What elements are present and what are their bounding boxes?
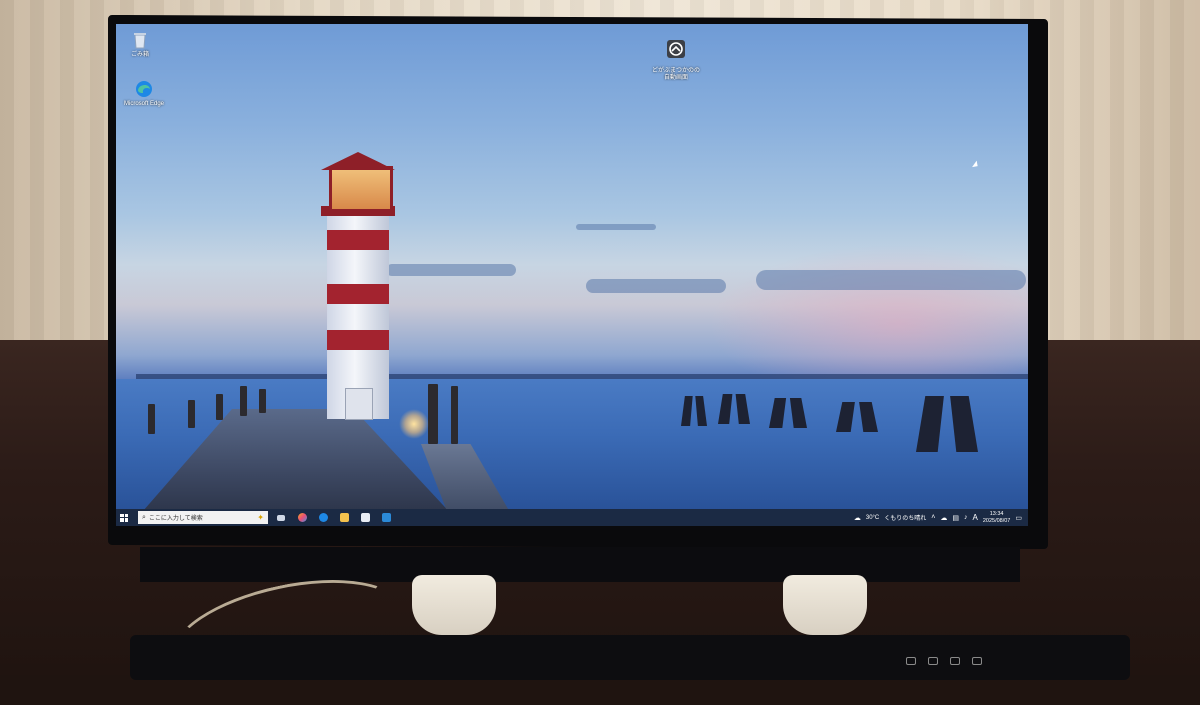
keyboard-led — [950, 657, 960, 665]
mail-button[interactable] — [378, 509, 394, 526]
copilot-button[interactable] — [294, 509, 310, 526]
pier-post — [240, 386, 247, 416]
copilot-icon — [297, 513, 307, 522]
speaker-icon[interactable]: ♪ — [964, 514, 968, 521]
recycle-bin-icon — [134, 33, 146, 49]
start-button[interactable] — [116, 509, 132, 526]
cloud-sun-icon: ☁ — [853, 514, 861, 522]
search-placeholder: ここに入力して検索 — [148, 516, 203, 522]
edge-taskbar-button[interactable] — [315, 509, 331, 526]
desktop-icon-app-shortcut[interactable]: どがぶまつかのの 自動画面 — [648, 32, 704, 82]
lighthouse-lamp — [329, 166, 393, 212]
cloud — [586, 279, 726, 293]
lighthouse-band — [327, 330, 389, 350]
file-explorer-button[interactable] — [336, 509, 352, 526]
clock-date: 2025/08/07 — [982, 517, 1011, 524]
keyboard-led — [928, 657, 938, 665]
windows-logo-icon — [120, 513, 128, 522]
network-icon[interactable]: ▤ — [952, 514, 959, 522]
file-explorer-icon — [339, 513, 349, 522]
task-view-icon — [277, 514, 285, 521]
monitor-chin — [140, 547, 1020, 582]
system-tray: ☁ 30°C くもりのち晴れ ˄ ☁ ▤ ♪ A 13:34 2025/08/0… — [854, 511, 1028, 525]
desktop-icon-label: どがぶまつかのの 自動画面 — [651, 68, 700, 81]
monitor-stand-right — [783, 575, 867, 635]
pier-post — [148, 404, 155, 434]
mouse-cursor — [972, 160, 980, 170]
desktop-screen: ごみ箱 Microsoft Edge どがぶまつかのの 自動画面 ⌕ ここに入力… — [116, 24, 1028, 526]
weather-temp[interactable]: 30°C — [866, 515, 879, 521]
lighthouse-band — [327, 230, 389, 250]
taskbar: ⌕ ここに入力して検索 ✦ ☁ 30°C くもりのち晴れ ˄ ☁ ▤ ♪ A 1… — [116, 509, 1028, 526]
taskbar-search-box[interactable]: ⌕ ここに入力して検索 ✦ — [138, 511, 268, 524]
cloud — [576, 224, 656, 230]
notification-icon[interactable]: ▭ — [1015, 514, 1022, 522]
lighthouse-roof — [321, 152, 395, 170]
lighthouse — [321, 152, 395, 420]
pier-post — [216, 394, 223, 420]
edge-icon — [136, 81, 152, 97]
pier-post — [451, 386, 458, 444]
keyboard-led — [972, 657, 982, 665]
keyboard-led — [906, 657, 916, 665]
desktop-icon-recycle-bin[interactable]: ごみ箱 — [116, 30, 168, 59]
ime-indicator[interactable]: A — [973, 513, 978, 522]
pier-lamp-glow — [399, 409, 429, 439]
desktop-icon-edge[interactable]: Microsoft Edge — [116, 79, 172, 108]
search-icon: ⌕ — [142, 513, 146, 521]
onedrive-icon[interactable]: ☁ — [940, 514, 947, 522]
weather-condition[interactable]: くもりのち晴れ — [884, 513, 926, 522]
desktop-icon-label: Microsoft Edge — [123, 101, 165, 107]
pier-post — [259, 389, 266, 413]
mail-icon — [381, 513, 391, 522]
monitor-stand-left — [412, 575, 496, 635]
desktop-icon-label: ごみ箱 — [130, 52, 149, 58]
store-button[interactable] — [357, 509, 373, 526]
pier-post — [188, 400, 195, 428]
task-view-button[interactable] — [273, 509, 289, 526]
chevron-up-icon[interactable]: ˄ — [931, 514, 935, 521]
taskbar-clock[interactable]: 13:34 2025/08/07 — [983, 511, 1011, 525]
lighthouse-band — [327, 284, 389, 304]
app-shortcut-icon — [667, 40, 685, 58]
search-highlight-icon: ✦ — [257, 513, 264, 522]
cloud — [756, 270, 1026, 290]
edge-icon — [318, 513, 328, 522]
pier-post — [428, 384, 438, 444]
store-icon — [360, 513, 370, 522]
cloud — [386, 264, 516, 276]
clock-time: 13:34 — [989, 510, 1004, 517]
lighthouse-door — [345, 388, 373, 420]
